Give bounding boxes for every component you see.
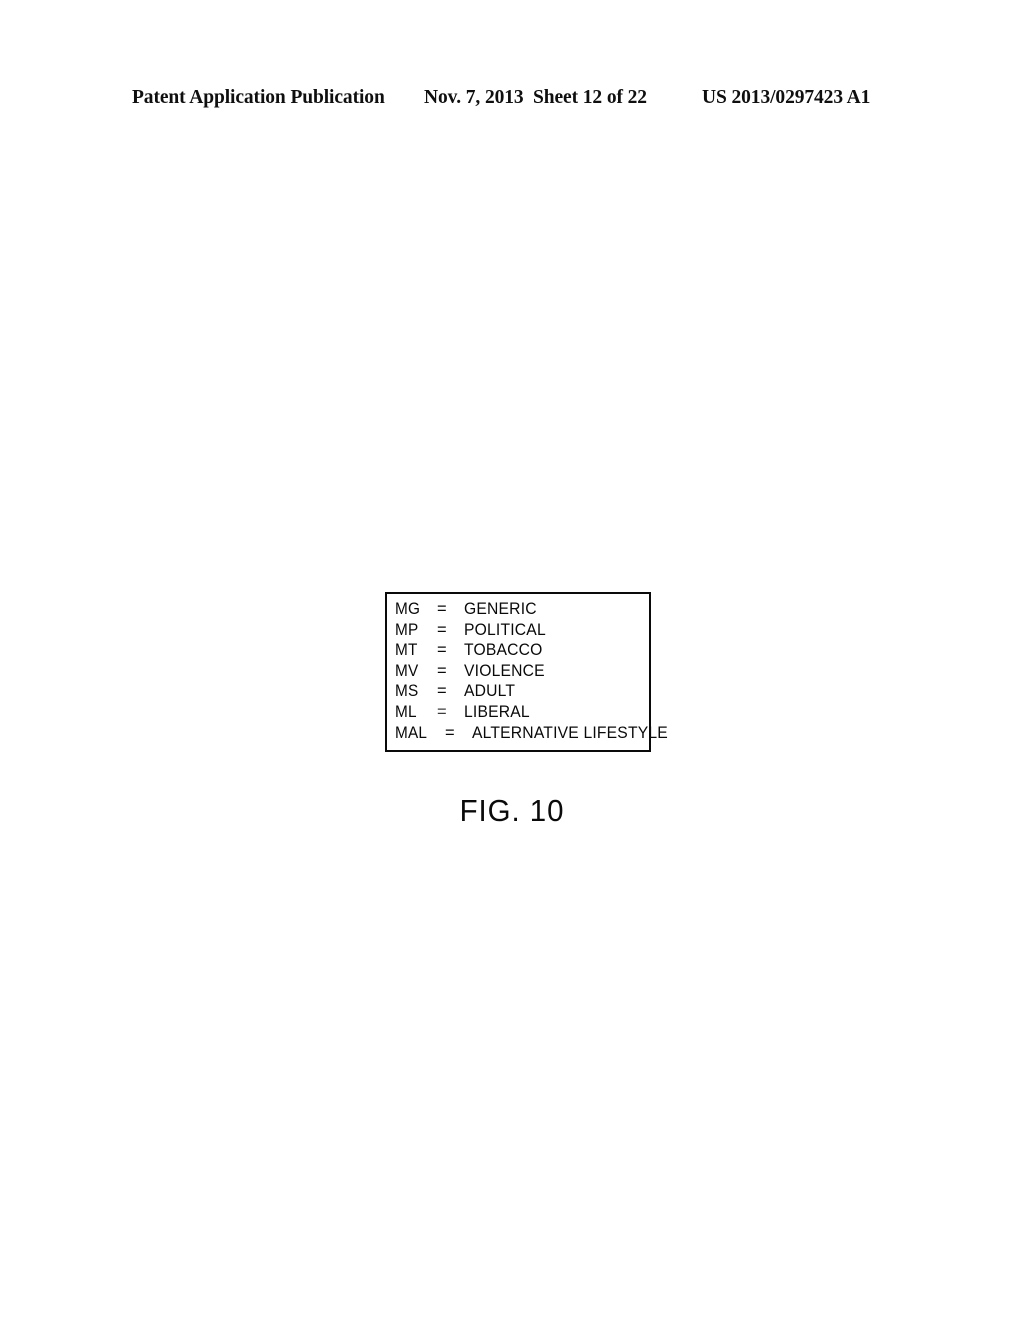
legend-entry: ML = LIBERAL xyxy=(395,702,647,723)
legend-abbreviation: MS xyxy=(395,682,419,701)
legend-entry: MS = ADULT xyxy=(395,681,647,702)
legend-entry: MG = GENERIC xyxy=(395,599,647,620)
legend-abbreviation: MP xyxy=(395,620,419,639)
legend-entry: MAL = ALTERNATIVE LIFESTYLE xyxy=(395,723,668,744)
legend-equals-sign: = xyxy=(437,682,447,701)
legend-entry-list: MG = GENERIC MP = POLITICAL MT = TOBACCO… xyxy=(395,599,668,744)
legend-entry: MV = VIOLENCE xyxy=(395,661,647,682)
legend-value: ALTERNATIVE LIFESTYLE xyxy=(472,723,668,742)
legend-equals-sign: = xyxy=(437,600,447,618)
legend-abbreviation: MT xyxy=(395,641,418,660)
legend-abbreviation: MAL xyxy=(395,723,428,742)
legend-box: MG = GENERIC MP = POLITICAL MT = TOBACCO… xyxy=(385,592,668,752)
legend-abbreviation: MV xyxy=(395,661,419,680)
legend-entry: MT = TOBACCO xyxy=(395,640,647,661)
legend-equals-sign: = xyxy=(437,702,447,721)
figure-caption: FIG. 10 xyxy=(459,793,565,828)
legend-abbreviation: MG xyxy=(395,600,421,618)
figure-10: MG = GENERIC MP = POLITICAL MT = TOBACCO… xyxy=(0,0,1024,1320)
legend-value: ADULT xyxy=(464,682,516,701)
legend-abbreviation: ML xyxy=(395,702,417,721)
legend-value: TOBACCO xyxy=(464,641,543,660)
legend-equals-sign: = xyxy=(437,661,447,680)
legend-entry: MP = POLITICAL xyxy=(395,620,647,641)
legend-value: VIOLENCE xyxy=(464,661,545,680)
legend-value: LIBERAL xyxy=(464,702,530,721)
legend-equals-sign: = xyxy=(437,641,447,660)
legend-value: POLITICAL xyxy=(464,620,546,639)
legend-equals-sign: = xyxy=(445,723,455,742)
legend-value: GENERIC xyxy=(464,600,537,618)
legend-equals-sign: = xyxy=(437,620,447,639)
